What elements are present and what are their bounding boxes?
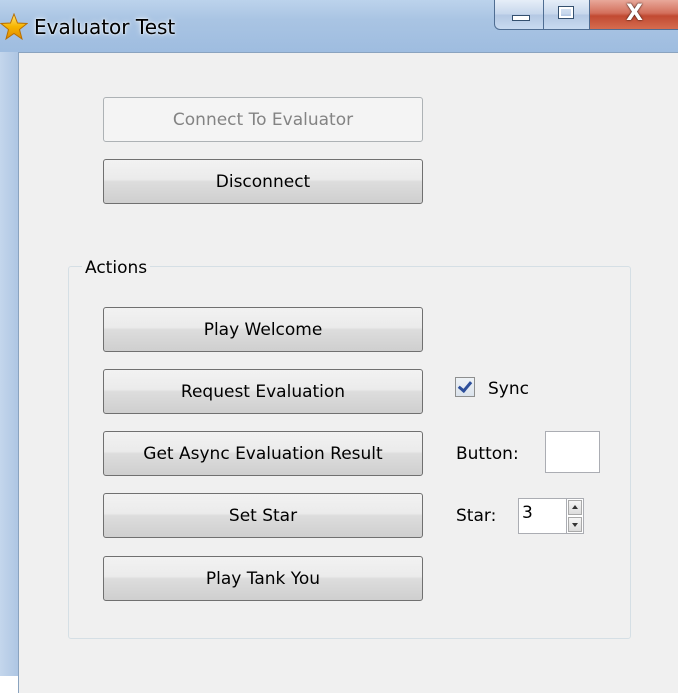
window-border	[0, 52, 18, 676]
maximize-icon	[558, 6, 574, 19]
actions-group-label: Actions	[82, 257, 151, 279]
button-field[interactable]	[545, 431, 600, 473]
star-spinner	[566, 498, 584, 534]
minimize-button[interactable]	[494, 0, 544, 30]
spin-up-button[interactable]	[568, 500, 582, 515]
arrow-down-icon	[572, 523, 578, 527]
close-icon: X	[626, 1, 643, 26]
button-field-label: Button:	[456, 444, 519, 464]
star-spin-input[interactable]: 3	[518, 498, 566, 534]
request-evaluation-button[interactable]: Request Evaluation	[103, 369, 423, 414]
close-button[interactable]: X	[590, 0, 678, 30]
spin-down-button[interactable]	[568, 517, 582, 532]
play-welcome-button[interactable]: Play Welcome	[103, 307, 423, 352]
title-bar[interactable]: Evaluator Test X	[0, 0, 678, 52]
sync-checkbox[interactable]	[455, 377, 475, 397]
disconnect-button[interactable]: Disconnect	[103, 159, 423, 204]
minimize-icon	[512, 15, 530, 21]
get-async-evaluation-result-button[interactable]: Get Async Evaluation Result	[103, 431, 423, 476]
arrow-up-icon	[572, 505, 578, 509]
play-tank-you-button[interactable]: Play Tank You	[103, 556, 423, 601]
caption-buttons: X	[494, 0, 678, 32]
star-icon	[0, 12, 29, 41]
set-star-button[interactable]: Set Star	[103, 493, 423, 538]
window-title: Evaluator Test	[34, 15, 176, 39]
connect-button[interactable]: Connect To Evaluator	[103, 97, 423, 142]
maximize-button[interactable]	[544, 0, 590, 30]
star-field-label: Star:	[456, 506, 497, 526]
sync-label: Sync	[488, 379, 529, 399]
app-window: Evaluator Test X Connect To Evaluator Di…	[0, 0, 678, 693]
